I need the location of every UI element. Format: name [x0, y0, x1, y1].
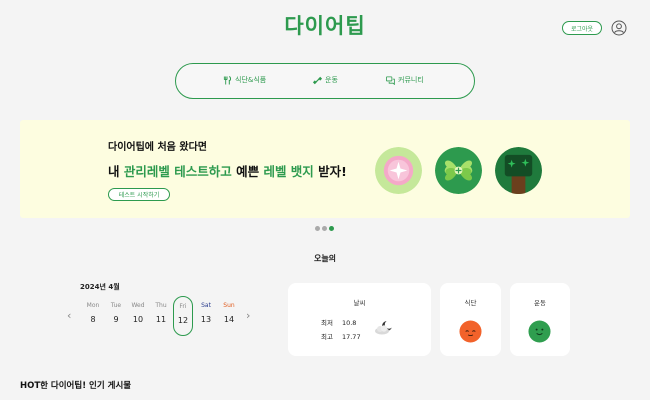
banner-pagination	[315, 226, 334, 231]
chevron-right-icon[interactable]: ›	[246, 309, 250, 322]
exercise-card-title: 운동	[534, 299, 546, 307]
date-label: 9	[113, 315, 119, 324]
headline-part: 예쁜	[231, 164, 264, 179]
banner-subtitle: 다이어팁에 처음 왔다면	[108, 142, 207, 153]
date-label: 11	[155, 315, 167, 324]
weekday-label: Wed	[131, 302, 145, 309]
logout-button[interactable]: 로그아웃	[562, 21, 602, 35]
date-label: 10	[132, 315, 144, 324]
green-face-icon	[528, 320, 551, 343]
nav-label-community: 커뮤니티	[398, 76, 424, 84]
start-test-button[interactable]: 테스트 시작하기	[108, 188, 170, 201]
pagination-dot[interactable]	[322, 226, 327, 231]
pagination-dot[interactable]	[315, 226, 320, 231]
site-logo[interactable]: 다이어팁	[0, 10, 650, 40]
nav-label-diet-food: 식단&식품	[235, 76, 267, 84]
dumbbell-icon	[313, 76, 322, 84]
pagination-dot-active[interactable]	[329, 226, 334, 231]
orange-face-icon	[459, 320, 482, 343]
nav-item-diet-food[interactable]: 식단&식품	[223, 75, 266, 85]
calendar-day[interactable]: Thu 11	[151, 296, 171, 336]
meal-card-title: 식단	[464, 299, 477, 307]
today-section-title: 오늘의	[313, 254, 337, 263]
date-label: 14	[223, 315, 235, 324]
calendar-day[interactable]: Wed 10	[128, 296, 148, 336]
weekday-label: Tue	[110, 302, 122, 309]
weather-card[interactable]: 날씨 최저 10.8 최고 17.77	[288, 283, 431, 356]
calendar-day[interactable]: Mon 8	[83, 296, 103, 336]
min-temp-value: 10.8	[341, 319, 357, 327]
date-label: 12	[177, 316, 189, 325]
weekday-label: Fri	[179, 303, 187, 310]
headline-highlight: 레벨 뱃지	[263, 164, 314, 179]
max-temp-label: 최고	[321, 333, 333, 341]
popular-posts-title: HOT한 다이어팁! 인기 게시물	[20, 381, 132, 391]
chevron-left-icon[interactable]: ‹	[67, 309, 71, 322]
partly-cloudy-night-icon	[375, 320, 394, 335]
weather-min-row: 최저 10.8	[321, 317, 365, 327]
calendar-day[interactable]: Sun 14	[219, 296, 239, 336]
date-label: 13	[200, 315, 212, 324]
weekday-label: Sat	[201, 302, 211, 309]
headline-highlight: 관리레벨 테스트하고	[123, 164, 232, 179]
headline-part: 내	[108, 164, 124, 179]
weekday-label: Thu	[155, 302, 167, 309]
meal-card[interactable]: 식단	[440, 283, 501, 356]
calendar-day-selected[interactable]: Fri 12	[173, 296, 193, 336]
weather-card-title: 날씨	[353, 299, 366, 307]
main-nav: 식단&식품 운동 커뮤니티	[175, 63, 475, 99]
min-temp-label: 최저	[321, 319, 333, 327]
clover-badge-icon	[435, 147, 482, 194]
nav-label-exercise: 운동	[325, 76, 338, 84]
calendar-day[interactable]: Sat 13	[196, 296, 216, 336]
nav-item-community[interactable]: 커뮤니티	[386, 75, 424, 85]
date-label: 8	[90, 315, 96, 324]
user-profile-icon[interactable]	[611, 20, 627, 36]
headline-part: 받자!	[313, 164, 347, 179]
max-temp-value: 17.77	[341, 333, 361, 341]
calendar-day[interactable]: Tue 9	[106, 296, 126, 336]
fork-knife-icon	[223, 75, 232, 85]
tree-badge-icon	[495, 147, 542, 194]
weather-max-row: 최고 17.77	[321, 331, 370, 341]
nav-item-exercise[interactable]: 운동	[313, 75, 338, 85]
exercise-card[interactable]: 운동	[510, 283, 570, 356]
weekday-label: Sun	[223, 302, 235, 309]
sparkle-badge-icon	[375, 147, 422, 194]
chat-bubbles-icon	[386, 75, 395, 85]
banner-headline: 내 관리레벨 테스트하고 예쁜 레벨 뱃지 받자!	[108, 161, 347, 180]
calendar-month-label: 2024년 4월	[80, 283, 120, 291]
weekday-label: Mon	[86, 302, 100, 309]
